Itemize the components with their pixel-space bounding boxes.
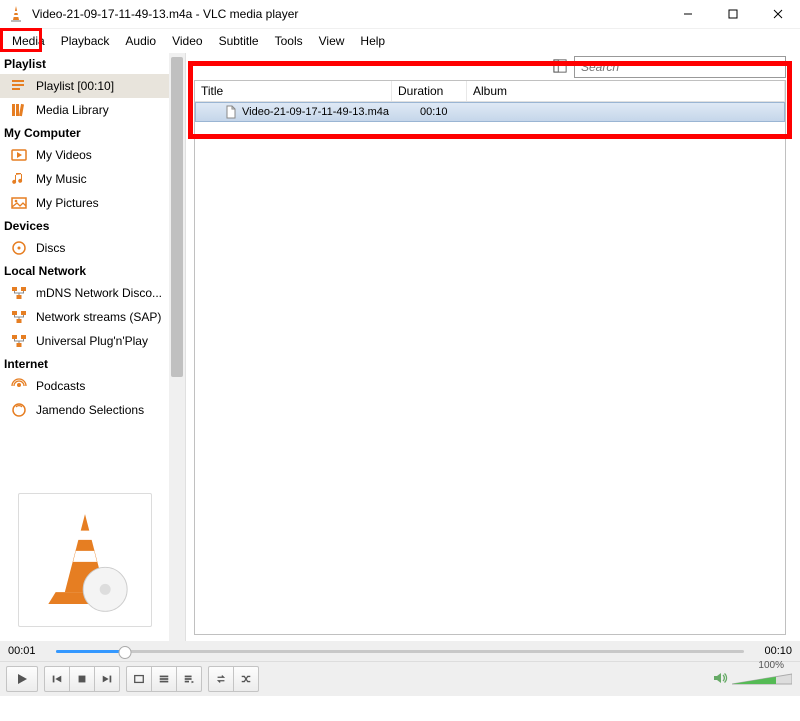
sidebar-item-media-library[interactable]: Media Library bbox=[0, 98, 185, 122]
sidebar-item-upnp[interactable]: Universal Plug'n'Play bbox=[0, 329, 185, 353]
section-mycomputer: My Computer bbox=[0, 122, 185, 143]
window-title: Video-21-09-17-11-49-13.m4a - VLC media … bbox=[32, 7, 298, 21]
network-icon bbox=[10, 308, 28, 326]
minimize-button[interactable] bbox=[665, 0, 710, 28]
section-localnetwork: Local Network bbox=[0, 260, 185, 281]
seek-slider[interactable] bbox=[56, 646, 744, 656]
sidebar-item-label: My Videos bbox=[36, 148, 92, 162]
sidebar-item-sap[interactable]: Network streams (SAP) bbox=[0, 305, 185, 329]
section-playlist: Playlist bbox=[0, 53, 185, 74]
section-devices: Devices bbox=[0, 215, 185, 236]
sidebar-item-label: Playlist [00:10] bbox=[36, 79, 114, 93]
playlist-panel: Title Duration Album Video-21-09-17-11-4… bbox=[186, 53, 800, 641]
vlc-cone-icon bbox=[6, 4, 26, 24]
extended-settings-button[interactable] bbox=[151, 666, 177, 692]
title-bar: Video-21-09-17-11-49-13.m4a - VLC media … bbox=[0, 0, 800, 29]
sidebar-item-jamendo[interactable]: Jamendo Selections bbox=[0, 398, 185, 422]
row-duration: 00:10 bbox=[414, 106, 488, 118]
next-button[interactable] bbox=[94, 666, 120, 692]
search-box[interactable] bbox=[574, 56, 786, 78]
sidebar-item-mdns[interactable]: mDNS Network Disco... bbox=[0, 281, 185, 305]
seek-thumb[interactable] bbox=[118, 646, 131, 659]
sidebar-item-my-videos[interactable]: My Videos bbox=[0, 143, 185, 167]
controls-bar: 100% bbox=[0, 661, 800, 696]
previous-button[interactable] bbox=[44, 666, 70, 692]
sidebar-item-label: My Pictures bbox=[36, 196, 99, 210]
loop-button[interactable] bbox=[208, 666, 234, 692]
menu-help[interactable]: Help bbox=[352, 29, 393, 53]
music-icon bbox=[10, 170, 28, 188]
sidebar-item-label: My Music bbox=[36, 172, 87, 186]
sidebar: Playlist Playlist [00:10] Media Library … bbox=[0, 53, 186, 641]
menu-audio[interactable]: Audio bbox=[117, 29, 164, 53]
playlist-row[interactable]: Video-21-09-17-11-49-13.m4a 00:10 bbox=[195, 102, 785, 122]
sidebar-item-label: Jamendo Selections bbox=[36, 403, 144, 417]
menu-view[interactable]: View bbox=[311, 29, 353, 53]
toggle-playlist-button[interactable] bbox=[176, 666, 202, 692]
sidebar-item-label: mDNS Network Disco... bbox=[36, 286, 162, 300]
sidebar-item-my-music[interactable]: My Music bbox=[0, 167, 185, 191]
sidebar-item-podcasts[interactable]: Podcasts bbox=[0, 374, 185, 398]
menu-video[interactable]: Video bbox=[164, 29, 210, 53]
fullscreen-button[interactable] bbox=[126, 666, 152, 692]
volume-label: 100% bbox=[758, 660, 784, 671]
album-art bbox=[18, 493, 152, 627]
row-title: Video-21-09-17-11-49-13.m4a bbox=[242, 106, 389, 118]
column-duration[interactable]: Duration bbox=[392, 81, 467, 101]
sidebar-item-label: Network streams (SAP) bbox=[36, 310, 161, 324]
sidebar-item-label: Podcasts bbox=[36, 379, 85, 393]
sidebar-item-label: Universal Plug'n'Play bbox=[36, 334, 148, 348]
menu-bar: Media Playback Audio Video Subtitle Tool… bbox=[0, 29, 800, 53]
sidebar-item-discs[interactable]: Discs bbox=[0, 236, 185, 260]
section-internet: Internet bbox=[0, 353, 185, 374]
search-input[interactable] bbox=[575, 59, 785, 75]
file-icon bbox=[224, 105, 238, 119]
network-icon bbox=[10, 332, 28, 350]
time-elapsed[interactable]: 00:01 bbox=[8, 645, 48, 657]
maximize-button[interactable] bbox=[710, 0, 755, 28]
column-album[interactable]: Album bbox=[467, 81, 785, 101]
play-button[interactable] bbox=[6, 666, 38, 692]
close-button[interactable] bbox=[755, 0, 800, 28]
playlist-header: Title Duration Album bbox=[195, 81, 785, 102]
disc-icon bbox=[10, 239, 28, 257]
time-bar: 00:01 00:10 bbox=[0, 641, 800, 661]
sidebar-item-my-pictures[interactable]: My Pictures bbox=[0, 191, 185, 215]
menu-media[interactable]: Media bbox=[4, 29, 53, 53]
volume-slider[interactable]: 100% bbox=[732, 672, 792, 686]
scrollbar-thumb[interactable] bbox=[171, 57, 183, 377]
jamendo-icon bbox=[10, 401, 28, 419]
time-total[interactable]: 00:10 bbox=[752, 645, 792, 657]
column-title[interactable]: Title bbox=[195, 81, 392, 101]
speaker-icon[interactable] bbox=[712, 670, 728, 689]
pictures-icon bbox=[10, 194, 28, 212]
sidebar-item-playlist[interactable]: Playlist [00:10] bbox=[0, 74, 185, 98]
library-icon bbox=[10, 101, 28, 119]
sidebar-scrollbar[interactable] bbox=[169, 53, 185, 641]
sidebar-item-label: Media Library bbox=[36, 103, 109, 117]
volume-control: 100% bbox=[712, 670, 792, 689]
podcast-icon bbox=[10, 377, 28, 395]
playlist-table: Title Duration Album Video-21-09-17-11-4… bbox=[194, 80, 786, 635]
menu-subtitle[interactable]: Subtitle bbox=[211, 29, 267, 53]
video-icon bbox=[10, 146, 28, 164]
network-icon bbox=[10, 284, 28, 302]
view-toggle-button[interactable] bbox=[550, 56, 570, 76]
shuffle-button[interactable] bbox=[233, 666, 259, 692]
stop-button[interactable] bbox=[69, 666, 95, 692]
menu-playback[interactable]: Playback bbox=[53, 29, 118, 53]
sidebar-item-label: Discs bbox=[36, 241, 65, 255]
playlist-icon bbox=[10, 77, 28, 95]
menu-tools[interactable]: Tools bbox=[267, 29, 311, 53]
